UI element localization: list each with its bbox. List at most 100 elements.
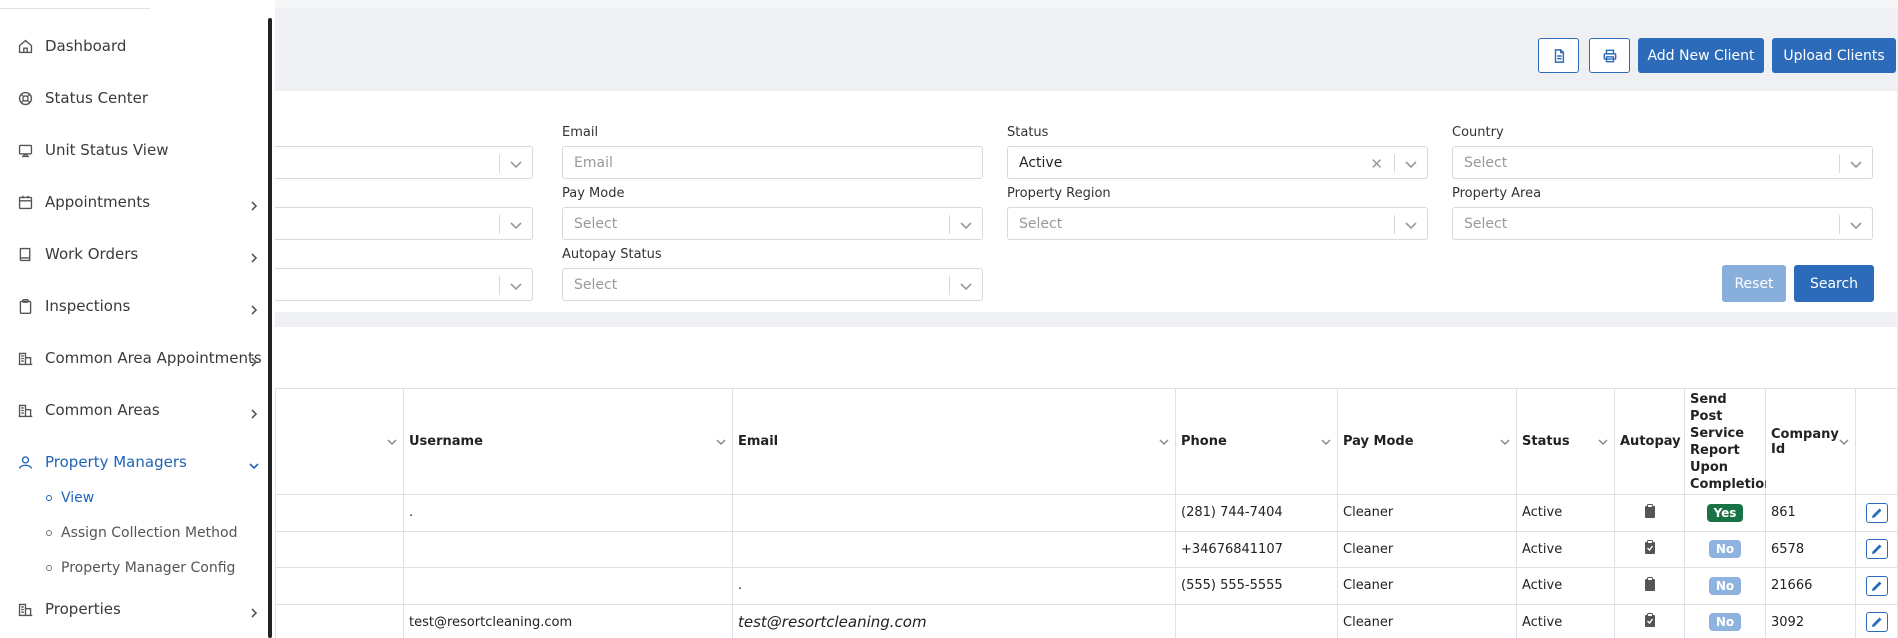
sidebar-item-appointments[interactable]: Appointments	[0, 184, 268, 220]
sidebar-item-property-managers[interactable]: Property Managers	[0, 444, 268, 480]
filter-select[interactable]	[271, 207, 533, 240]
clipboard-check-icon	[1644, 613, 1656, 631]
divider	[499, 215, 500, 234]
add-new-client-button[interactable]: Add New Client	[1638, 38, 1764, 73]
property-region-label: Property Region	[1007, 186, 1111, 201]
building-icon	[16, 401, 34, 419]
sidebar-item-common-areas[interactable]: Common Areas	[0, 392, 268, 428]
top-strip	[275, 0, 1898, 8]
chevron-down-icon	[510, 280, 522, 292]
sidebar-item-label: Inspections	[45, 297, 131, 315]
sidebar-subitem-view[interactable]: View	[46, 487, 94, 509]
edit-button[interactable]	[1865, 539, 1888, 560]
home-icon	[16, 37, 34, 55]
column-header-company-id[interactable]: Company Id	[1765, 388, 1856, 495]
sidebar-subitem-label: View	[61, 490, 95, 506]
column-header-label: Pay Mode	[1343, 434, 1414, 449]
sidebar-item-common-area-appointments[interactable]: Common Area Appointments	[0, 340, 268, 376]
status-badge: Yes	[1706, 503, 1744, 522]
reset-button[interactable]: Reset	[1722, 265, 1786, 302]
chevron-down-icon	[1405, 158, 1417, 170]
edit-button[interactable]	[1865, 575, 1888, 596]
table-cell	[275, 530, 404, 568]
sidebar-subitem-property-manager-config[interactable]: Property Manager Config	[46, 557, 235, 579]
sidebar-scrollbar[interactable]	[268, 18, 272, 638]
column-header[interactable]	[275, 388, 404, 495]
divider	[1839, 154, 1840, 173]
edit-button[interactable]	[1865, 612, 1888, 633]
divider	[949, 215, 950, 234]
search-button[interactable]: Search	[1794, 265, 1874, 302]
autopay-cell	[1614, 494, 1685, 532]
chevron-down-icon	[1850, 219, 1862, 231]
book-icon	[16, 245, 34, 263]
sidebar-item-unit-status-view[interactable]: Unit Status View	[0, 132, 268, 168]
status-select[interactable]: Active ✕	[1007, 146, 1428, 179]
building-icon	[16, 349, 34, 367]
calendar-icon	[16, 193, 34, 211]
sidebar-item-inspections[interactable]: Inspections	[0, 288, 268, 324]
country-select[interactable]: Select	[1452, 146, 1873, 179]
email-field[interactable]: Email	[562, 146, 983, 179]
document-icon	[1554, 48, 1564, 63]
email-placeholder: Email	[574, 155, 613, 171]
name-filter-select[interactable]	[271, 146, 533, 179]
pencil-icon	[1871, 581, 1881, 591]
sidebar-subitem-assign-collection-method[interactable]: Assign Collection Method	[46, 522, 237, 544]
lifebuoy-icon	[16, 89, 34, 107]
autopay-status-select[interactable]: Select	[562, 268, 983, 301]
property-region-value: Select	[1019, 216, 1063, 232]
email-cell: test@resortcleaning.com	[732, 603, 1176, 638]
status-cell: Active	[1516, 494, 1615, 532]
export-document-button[interactable]	[1538, 38, 1579, 73]
property-region-select[interactable]: Select	[1007, 207, 1428, 240]
column-header-label: Phone	[1181, 434, 1227, 449]
company-id-cell: 21666	[1765, 567, 1856, 605]
status-cell: Active	[1516, 567, 1615, 605]
chevron-down-icon	[1500, 436, 1510, 446]
pay-mode-cell: Cleaner	[1337, 567, 1517, 605]
monitor-icon	[16, 141, 34, 159]
filter-panel: Email Email Status Active ✕ Country Sele…	[271, 91, 1897, 312]
filter-select[interactable]	[271, 268, 533, 301]
property-area-label: Property Area	[1452, 186, 1542, 201]
sidebar-subitem-label: Assign Collection Method	[61, 525, 238, 541]
phone-cell: (281) 744-7404	[1175, 494, 1338, 532]
send-post-cell: No	[1684, 603, 1766, 638]
printer-icon	[1603, 49, 1616, 62]
company-id-cell: 3092	[1765, 603, 1856, 638]
sidebar-item-label: Dashboard	[45, 37, 127, 55]
table-cell	[275, 567, 404, 605]
column-header-status[interactable]: Status	[1516, 388, 1615, 495]
pay-mode-select[interactable]: Select	[562, 207, 983, 240]
bullet-icon	[46, 530, 52, 536]
sidebar-item-status-center[interactable]: Status Center	[0, 80, 268, 116]
chevron-down-icon	[1850, 158, 1862, 170]
clear-icon[interactable]: ✕	[1370, 155, 1383, 173]
sidebar-item-dashboard[interactable]: Dashboard	[0, 28, 268, 64]
edit-button[interactable]	[1865, 502, 1888, 523]
upload-clients-button[interactable]: Upload Clients	[1772, 38, 1896, 73]
table-row: . (281) 744-7404 Cleaner Active Yes 861	[275, 494, 1898, 532]
column-header-email[interactable]: Email	[732, 388, 1176, 495]
column-header-pay-mode[interactable]: Pay Mode	[1337, 388, 1517, 495]
autopay-cell	[1614, 567, 1685, 605]
column-header-phone[interactable]: Phone	[1175, 388, 1338, 495]
sidebar-item-work-orders[interactable]: Work Orders	[0, 236, 268, 272]
status-cell: Active	[1516, 603, 1615, 638]
chevron-right-icon	[249, 249, 259, 263]
pencil-icon	[1871, 617, 1881, 628]
email-cell	[732, 530, 1176, 568]
property-area-select[interactable]: Select	[1452, 207, 1873, 240]
phone-cell	[1175, 603, 1338, 638]
print-button[interactable]	[1589, 38, 1630, 73]
table-header-row: Username Email Phone Pay Mode Status Aut…	[275, 388, 1898, 495]
status-cell: Active	[1516, 530, 1615, 568]
sidebar-item-label: Property Managers	[45, 453, 187, 471]
sidebar-item-label: Common Areas	[45, 401, 160, 419]
sidebar-item-properties[interactable]: Properties	[0, 591, 268, 627]
column-header-username[interactable]: Username	[403, 388, 733, 495]
column-header-label: Email	[738, 434, 779, 449]
column-header-send-post: Send Post Service Report Upon Completion	[1684, 388, 1773, 495]
table-cell	[275, 603, 404, 638]
